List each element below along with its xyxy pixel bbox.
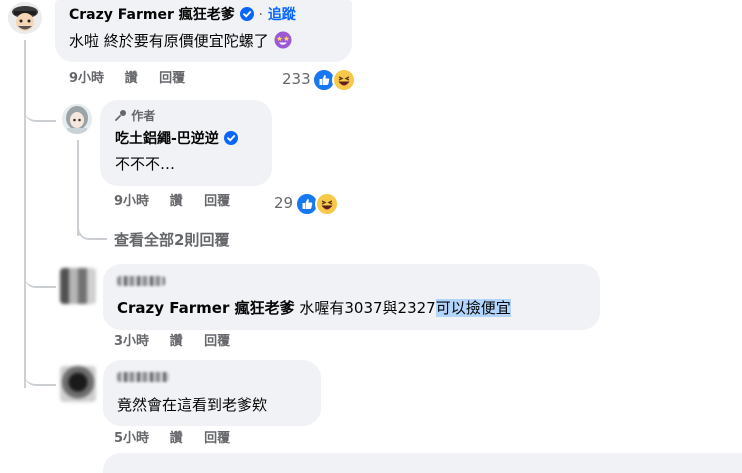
- avatar[interactable]: [8, 2, 42, 34]
- comment-bubble: 作者 吃土鋁繩-巴逆逆 不不不…: [100, 100, 272, 186]
- reaction-count[interactable]: 233: [282, 69, 311, 89]
- reply-button[interactable]: 回覆: [204, 194, 230, 210]
- haha-icon: [315, 192, 339, 216]
- thread-connector-comment-4: [24, 364, 56, 386]
- reply-button[interactable]: 回覆: [159, 71, 185, 87]
- tagged-user[interactable]: Crazy Farmer 瘋狂老爹: [117, 299, 295, 317]
- view-replies-link[interactable]: 查看全部2則回覆: [114, 229, 229, 250]
- thread-connector-reply-1: [24, 96, 56, 122]
- thread-connector-view-replies: [77, 222, 107, 240]
- reaction-summary[interactable]: [295, 192, 339, 216]
- reaction-summary[interactable]: [312, 68, 356, 92]
- comment-bubble: Crazy Farmer 瘋狂老爹 · 追蹤 水啦 終於要有原價便宜陀螺了: [55, 0, 352, 62]
- verified-badge-icon: [239, 7, 254, 21]
- comment-time[interactable]: 3小時: [114, 334, 149, 350]
- comment-bubble: 竟然會在這看到老爹欸: [103, 360, 321, 426]
- thread-connector-comment-3: [24, 268, 56, 288]
- reply-button[interactable]: 回覆: [204, 431, 230, 447]
- follow-button[interactable]: 追蹤: [268, 7, 296, 23]
- comment-bubble-partial: [103, 453, 742, 473]
- comment-actions: 5小時 讚 回覆: [114, 431, 230, 447]
- thread-line-main: [24, 40, 27, 388]
- avatar[interactable]: [62, 104, 92, 134]
- comment-author[interactable]: 吃土鋁繩-巴逆逆: [115, 131, 219, 147]
- comment-text: 竟然會在這看到老爹欸: [117, 396, 268, 414]
- comment-text: 水啦 終於要有原價便宜陀螺了: [69, 32, 269, 50]
- farmer-avatar-icon: [8, 2, 42, 34]
- comment-actions: 9小時 讚 回覆: [114, 194, 230, 210]
- blurred-author-name: [117, 372, 169, 382]
- comment-text: 水喔有3037與2327: [299, 299, 436, 317]
- comment-actions: 9小時 讚 回覆: [69, 71, 185, 87]
- author-badge: 作者: [131, 109, 156, 123]
- like-button[interactable]: 讚: [170, 334, 183, 350]
- like-button[interactable]: 讚: [170, 431, 183, 447]
- reply-button[interactable]: 回覆: [204, 334, 230, 350]
- microphone-icon: [115, 110, 126, 121]
- comment-time[interactable]: 9小時: [69, 71, 104, 87]
- selected-text: 可以撿便宜: [435, 299, 511, 317]
- like-button[interactable]: 讚: [125, 71, 138, 87]
- girl-avatar-icon: [62, 104, 92, 134]
- follow-separator: ·: [258, 7, 263, 23]
- comment-bubble: Crazy Farmer 瘋狂老爹 水喔有3037與2327可以撿便宜: [103, 264, 600, 330]
- blurred-author-name: [117, 276, 165, 286]
- verified-badge-icon: [223, 131, 238, 145]
- comment-actions: 3小時 讚 回覆: [114, 334, 230, 350]
- reaction-count[interactable]: 29: [274, 193, 293, 213]
- comment-time[interactable]: 9小時: [114, 194, 149, 210]
- haha-icon: [332, 68, 356, 92]
- avatar[interactable]: [60, 366, 96, 402]
- star-struck-emoji: [274, 31, 292, 49]
- like-button[interactable]: 讚: [170, 194, 183, 210]
- comment-author[interactable]: Crazy Farmer 瘋狂老爹: [69, 7, 235, 23]
- avatar[interactable]: [60, 268, 96, 304]
- comment-time[interactable]: 5小時: [114, 431, 149, 447]
- comment-text: 不不不…: [115, 155, 176, 173]
